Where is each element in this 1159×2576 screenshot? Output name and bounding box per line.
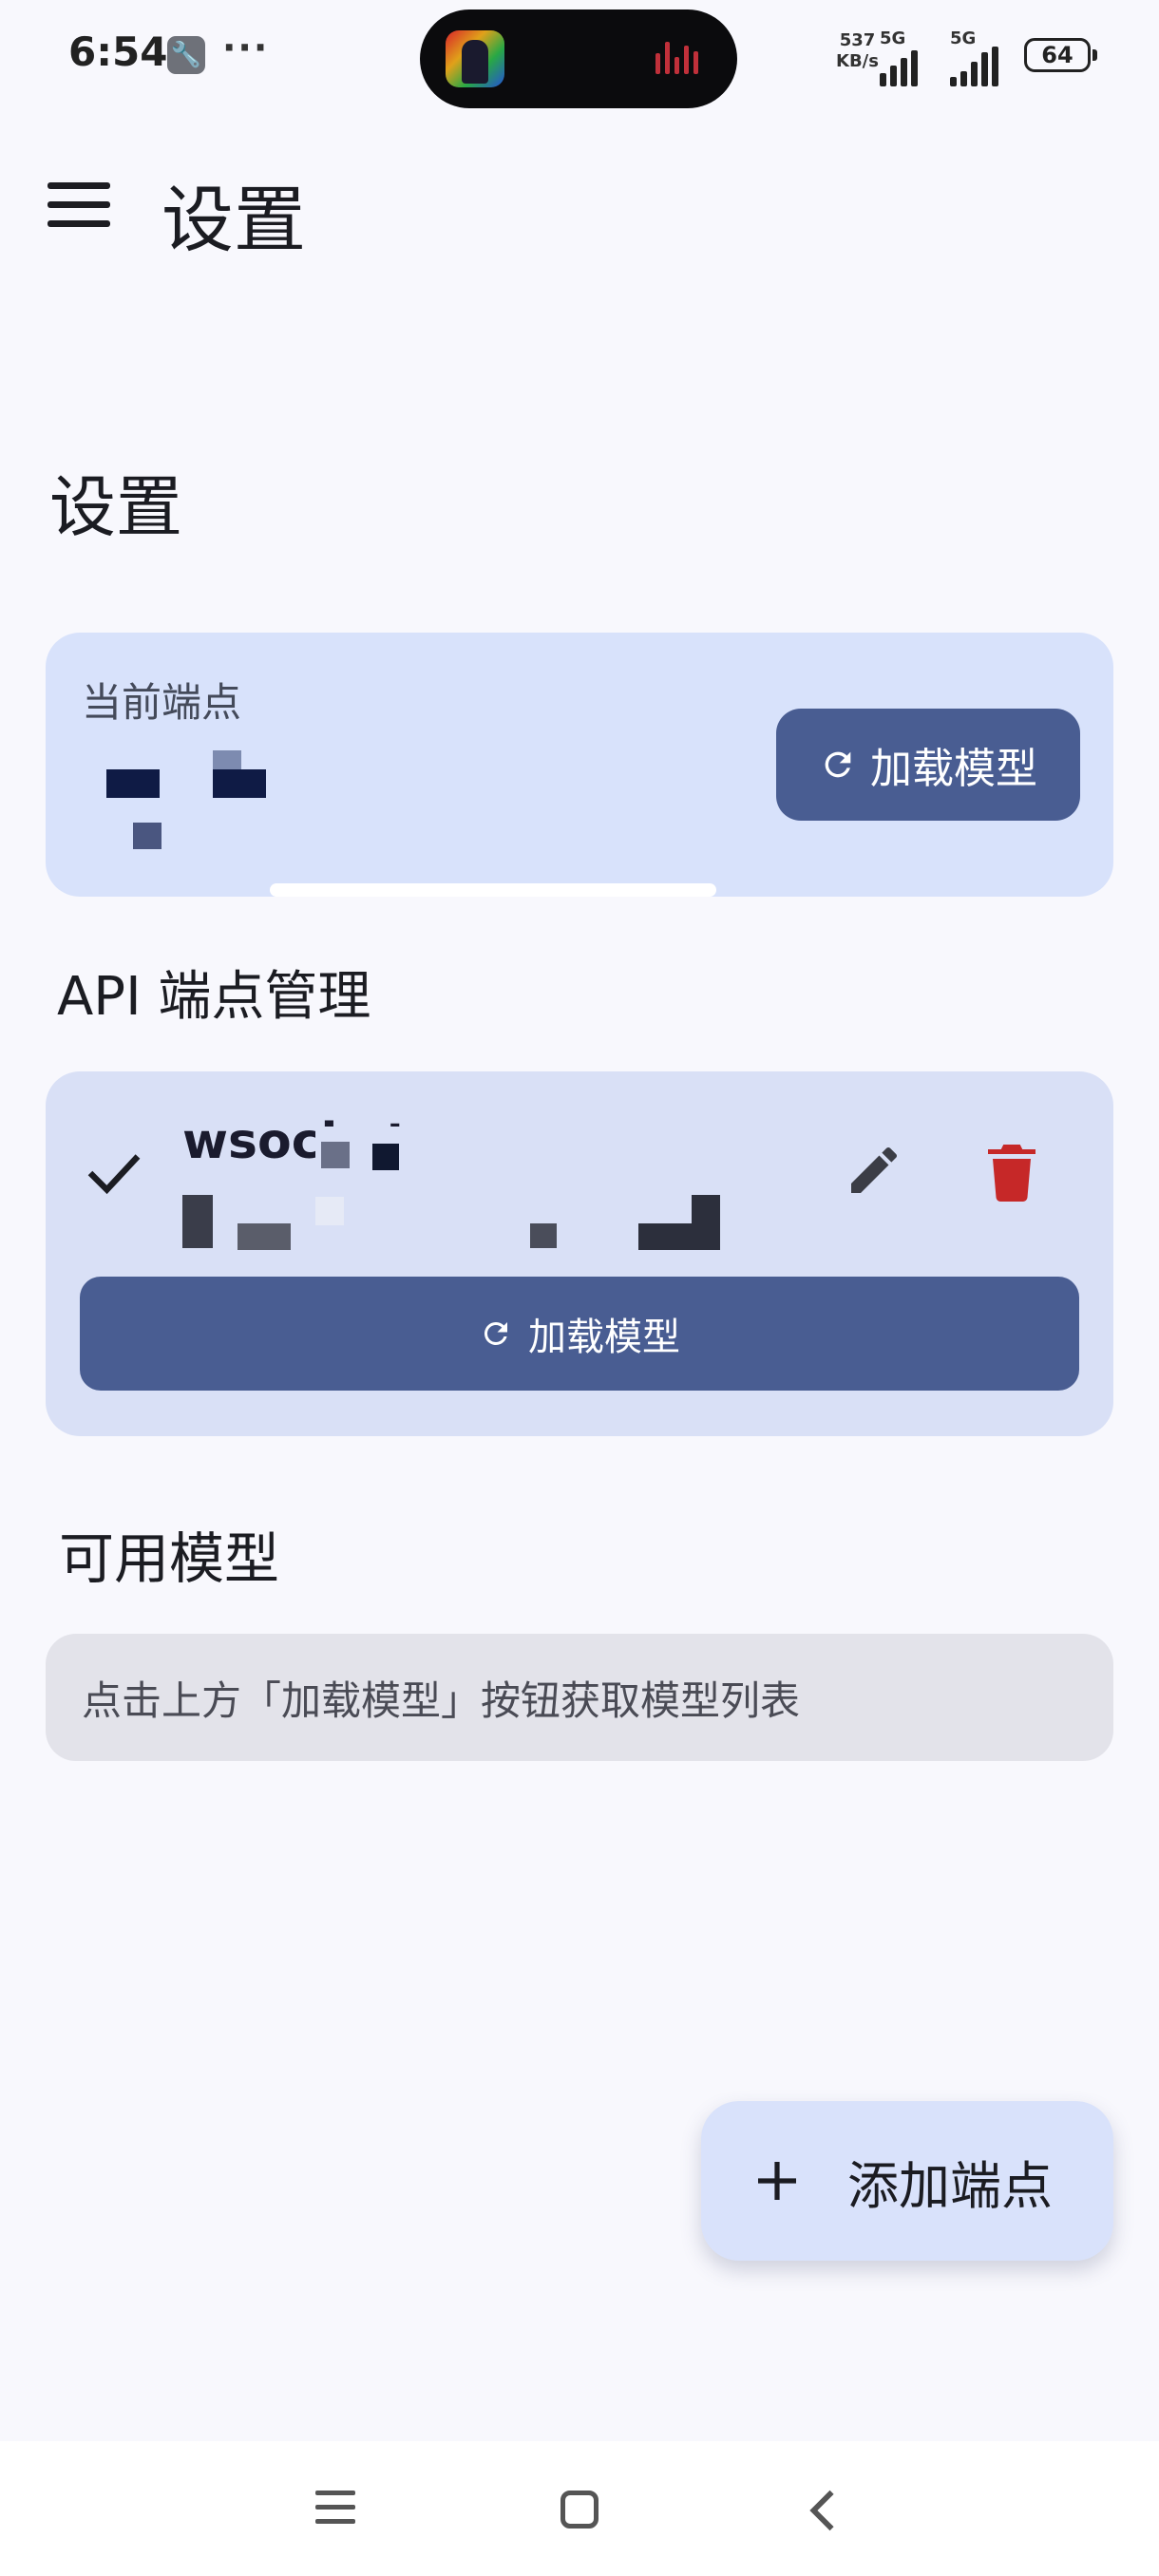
sim2-signal: 5G (950, 28, 998, 86)
add-endpoint-button[interactable]: 添加端点 (701, 2101, 1113, 2261)
network-speed-unit: KB/s (836, 51, 879, 71)
current-endpoint-url-redacted (80, 750, 716, 902)
sim2-label: 5G (950, 28, 977, 48)
page-title: 设置 (49, 468, 182, 546)
signal-icon (950, 47, 998, 86)
menu-icon[interactable] (48, 182, 110, 228)
models-hint: 点击上方「加载模型」按钮获取模型列表 (46, 1634, 1113, 1761)
media-thumbnail-figure (462, 40, 488, 84)
endpoint-url-redacted (182, 1121, 771, 1254)
endpoint-load-models-button[interactable]: 加载模型 (80, 1277, 1079, 1391)
network-speed-value: 537 (839, 30, 876, 50)
sim1-signal: 5G (880, 28, 918, 86)
api-section-title: API 端点管理 (57, 966, 371, 1028)
signal-icon (880, 47, 918, 86)
trash-icon[interactable] (988, 1144, 1036, 1203)
audio-wave-icon (656, 42, 709, 76)
pencil-icon[interactable] (844, 1140, 904, 1201)
battery-tip (1092, 49, 1097, 61)
models-section-title: 可用模型 (59, 1526, 280, 1591)
wrench-icon: 🔧 (167, 36, 205, 74)
add-endpoint-label: 添加端点 (847, 2155, 1053, 2216)
sim1-label: 5G (880, 28, 906, 48)
check-icon (87, 1154, 141, 1195)
endpoint-load-models-label: 加载模型 (528, 1316, 680, 1359)
load-models-label: 加载模型 (870, 745, 1037, 793)
refresh-icon (484, 1322, 507, 1345)
app-bar-title: 设置 (162, 178, 306, 262)
current-endpoint-label: 当前端点 (82, 679, 242, 726)
load-models-button[interactable]: 加载模型 (776, 709, 1080, 821)
refresh-icon (825, 751, 851, 778)
status-overflow-icon: ··· (222, 27, 270, 68)
nav-menu-icon[interactable] (315, 2491, 355, 2525)
plus-icon (758, 2162, 796, 2200)
nav-back-icon[interactable] (804, 2489, 842, 2532)
status-time: 6:54 (68, 28, 168, 75)
nav-home-icon[interactable] (560, 2491, 598, 2529)
network-speed: 537 KB/s (836, 30, 879, 72)
battery-icon: 64 (1024, 38, 1091, 72)
